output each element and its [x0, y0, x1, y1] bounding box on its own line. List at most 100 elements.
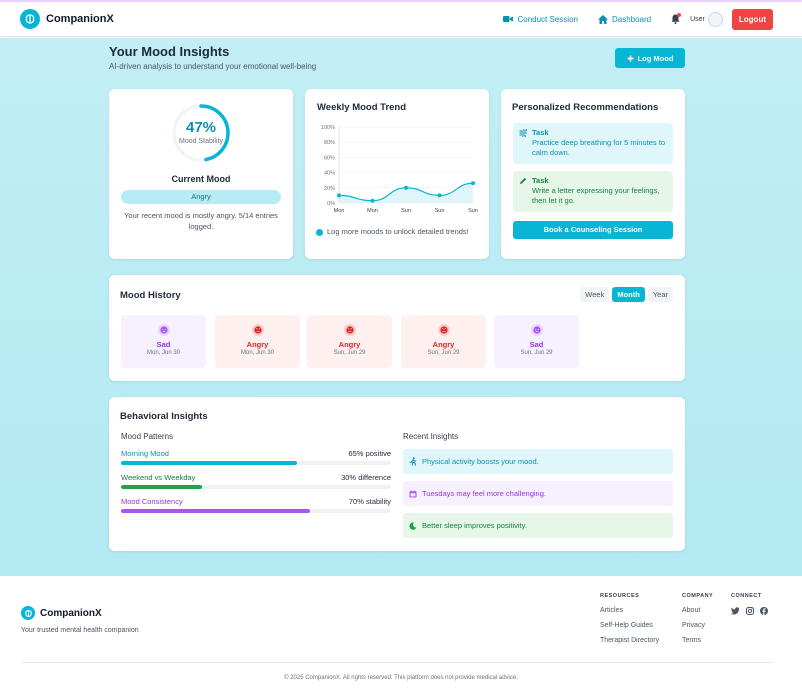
home-icon [597, 14, 608, 24]
user-menu[interactable]: User [690, 11, 723, 27]
footer-link-terms[interactable]: Terms [682, 637, 713, 644]
mood-entry[interactable]: Sad Mon, Jun 30 [121, 315, 206, 368]
pattern-consistency: Mood Consistency 70% stability [121, 497, 391, 513]
angry-face-icon [343, 324, 356, 336]
current-mood-badge: Angry [121, 190, 281, 204]
mood-entry-date: Mon, Jun 30 [146, 350, 181, 356]
recommendation-item[interactable]: Task Practice deep breathing for 5 minut… [513, 123, 673, 164]
pattern-value: 30% difference [341, 473, 391, 482]
footer: CompanionX Your trusted mental health co… [0, 576, 802, 689]
notification-dot [677, 13, 682, 17]
recommendation-item[interactable]: Task Write a letter expressing your feel… [513, 171, 673, 212]
behavioral-insights-card: Behavioral Insights Mood Patterns Recent… [109, 397, 685, 551]
insight-item: Tuesdays may feel more challenging. [403, 481, 673, 506]
pattern-morning-mood: Morning Mood 65% positive [121, 449, 391, 465]
x-tick-label: Sun [435, 208, 445, 214]
current-mood-title: Current Mood [171, 174, 231, 184]
brand-name: CompanionX [46, 13, 114, 25]
recommendation-body: Practice deep breathing for 5 minutes to… [532, 138, 665, 157]
mood-history-card: Mood History Week Month Year Sad Mon, Ju… [109, 275, 685, 381]
trend-point [471, 181, 475, 186]
brain-logo-icon [21, 606, 35, 620]
mood-entry-date: Sun, Jun 29 [427, 350, 460, 356]
trend-point [370, 198, 375, 203]
footer-link-therapist-directory[interactable]: Therapist Directory [600, 637, 659, 644]
footer-resources-head: RESOURCES [600, 593, 640, 599]
pattern-fill [121, 509, 310, 513]
conduct-session-link[interactable]: Conduct Session [503, 15, 578, 24]
mood-entry-name: Angry [338, 340, 361, 349]
mood-entry-date: Sun, Jun 29 [520, 350, 553, 356]
avatar [707, 11, 723, 27]
mood-stability-label: Mood Stability [179, 138, 223, 145]
trend-title: Weekly Mood Trend [317, 102, 407, 113]
recommendations-title: Personalized Recommendations [512, 102, 659, 113]
insight-text: Better sleep improves positivity. [422, 521, 527, 530]
recommendations-card: Personalized Recommendations Task Practi… [501, 89, 685, 259]
log-mood-button[interactable]: Log Mood [615, 48, 685, 68]
x-tick-label: Mon [367, 208, 378, 214]
footer-copyright: © 2025 CompanionX. All rights reserved. … [284, 675, 518, 681]
mood-entry-name: Angry [246, 340, 269, 349]
footer-divider [21, 662, 773, 663]
mood-patterns-title: Mood Patterns [121, 432, 174, 441]
calendar-icon [409, 489, 417, 497]
y-tick-label: 100% [321, 125, 335, 131]
mood-stability-ring: 47% Mood Stability [171, 103, 231, 163]
trend-point [404, 185, 408, 190]
y-tick-label: 0% [327, 201, 335, 207]
sad-face-icon [157, 324, 170, 336]
footer-brand[interactable]: CompanionX [21, 606, 102, 620]
running-icon [409, 457, 417, 466]
footer-connect-head: CONNECT [731, 593, 762, 599]
angry-face-icon [251, 324, 264, 336]
footer-link-articles[interactable]: Articles [600, 607, 659, 614]
mood-entry[interactable]: Angry Mon, Jun 30 [215, 315, 300, 368]
footer-link-self-help[interactable]: Self-Help Guides [600, 622, 659, 629]
current-mood-card: 47% Mood Stability Current Mood Angry Yo… [109, 89, 293, 259]
dashboard-link[interactable]: Dashboard [597, 14, 651, 24]
recommendation-head: Task [532, 176, 549, 185]
mood-history-title: Mood History [120, 290, 181, 301]
video-icon [503, 16, 514, 22]
footer-brand-name: CompanionX [40, 607, 102, 619]
x-tick-label: Sun [468, 208, 478, 214]
mood-entry-name: Angry [432, 340, 455, 349]
pattern-track [121, 509, 391, 513]
book-session-button[interactable]: Book a Counseling Session [513, 221, 673, 239]
footer-link-about[interactable]: About [682, 607, 713, 614]
page-subtitle: AI-driven analysis to understand your em… [109, 62, 317, 71]
pattern-track [121, 461, 391, 465]
x-tick-label: Sun [401, 208, 411, 214]
pattern-label: Mood Consistency [121, 497, 183, 506]
trend-note: Log more moods to unlock detailed trends… [316, 227, 476, 237]
twitter-icon[interactable] [731, 607, 740, 615]
footer-link-privacy[interactable]: Privacy [682, 622, 713, 629]
range-week-button[interactable]: Week [580, 287, 610, 302]
brand[interactable]: CompanionX [20, 9, 114, 29]
footer-tagline: Your trusted mental health companion [21, 627, 139, 634]
mood-entry[interactable]: Angry Sun, Jun 29 [307, 315, 392, 368]
footer-company: COMPANY About Privacy Terms [682, 593, 713, 652]
notifications-button[interactable] [671, 13, 682, 24]
recommendation-head: Task [532, 128, 549, 137]
insight-text: Tuesdays may feel more challenging. [422, 489, 546, 498]
range-year-button[interactable]: Year [647, 287, 673, 302]
mood-stability-percent: 47% [185, 119, 217, 136]
recommendation-body: Write a letter expressing your feelings,… [532, 186, 660, 205]
mood-entry[interactable]: Angry Sun, Jun 29 [401, 315, 486, 368]
range-selector: Week Month Year [580, 287, 673, 302]
recent-insights-title: Recent Insights [403, 432, 459, 441]
user-label: User [690, 15, 705, 23]
sad-face-icon [530, 324, 543, 336]
pattern-weekend-weekday: Weekend vs Weekday 30% difference [121, 473, 391, 489]
instagram-icon[interactable] [746, 607, 754, 615]
trend-point [437, 193, 442, 198]
pattern-label: Morning Mood [121, 449, 169, 458]
logout-button[interactable]: Logout [731, 8, 773, 30]
insight-item: Physical activity boosts your mood. [403, 449, 673, 474]
range-month-button[interactable]: Month [612, 287, 645, 302]
behavioral-insights-title: Behavioral Insights [120, 411, 208, 422]
mood-entry[interactable]: Sad Sun, Jun 29 [494, 315, 579, 368]
facebook-icon[interactable] [760, 607, 768, 615]
